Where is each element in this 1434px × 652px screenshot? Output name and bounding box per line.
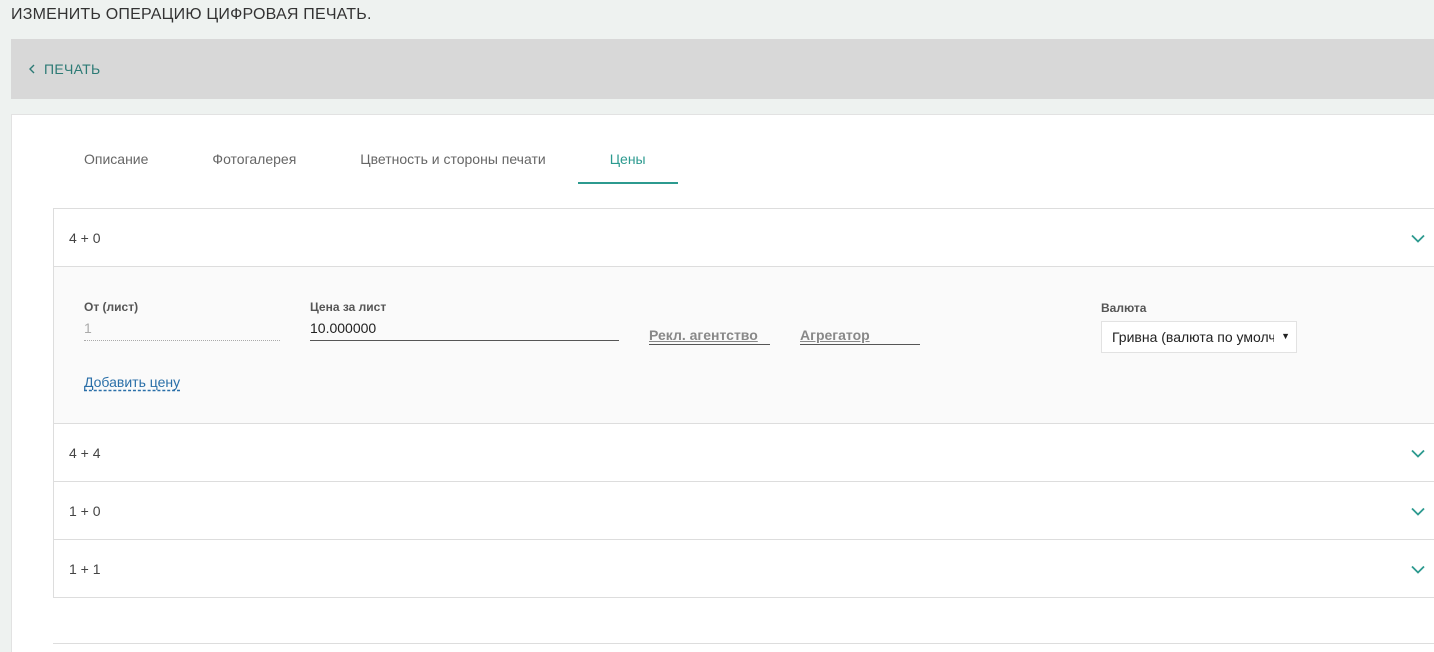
accordion-label: 4 + 0 bbox=[69, 229, 101, 246]
content-card: Описание Фотогалерея Цветность и стороны… bbox=[11, 114, 1434, 652]
currency-select[interactable]: Гривна (валюта по умолчанию) ▼ bbox=[1101, 321, 1297, 353]
accordion-header-1-1[interactable]: 1 + 1 bbox=[54, 540, 1434, 598]
back-link-label: ПЕЧАТЬ bbox=[44, 61, 101, 77]
tab-description[interactable]: Описание bbox=[52, 139, 180, 184]
accordion-header-1-0[interactable]: 1 + 0 bbox=[54, 482, 1434, 540]
aggregator-field[interactable]: Агрегатор bbox=[800, 327, 920, 345]
accordion-header-4-4[interactable]: 4 + 4 bbox=[54, 424, 1434, 482]
accordion-header-4-0[interactable]: 4 + 0 bbox=[54, 209, 1434, 267]
ad-agency-field[interactable]: Рекл. агентство bbox=[649, 327, 770, 345]
chevron-down-icon[interactable] bbox=[1411, 230, 1425, 246]
chevron-down-icon[interactable] bbox=[1411, 503, 1425, 519]
chevron-down-icon[interactable] bbox=[1411, 561, 1425, 577]
chevron-left-icon bbox=[28, 64, 36, 74]
from-sheet-input[interactable] bbox=[84, 320, 280, 341]
page-title: ИЗМЕНИТЬ ОПЕРАЦИЮ ЦИФРОВАЯ ПЕЧАТЬ. bbox=[11, 6, 372, 23]
chevron-down-icon[interactable] bbox=[1411, 445, 1425, 461]
accordion-label: 4 + 4 bbox=[69, 444, 101, 461]
currency-label: Валюта bbox=[1101, 301, 1147, 315]
dropdown-arrow-icon: ▼ bbox=[1281, 331, 1290, 341]
accordion-body-4-0: От (лист) Цена за лист Рекл. агентство А… bbox=[54, 267, 1434, 424]
back-link[interactable]: ПЕЧАТЬ bbox=[28, 61, 101, 77]
tab-photo-gallery[interactable]: Фотогалерея bbox=[180, 139, 328, 184]
currency-selected-value: Гривна (валюта по умолчанию) bbox=[1112, 329, 1274, 345]
price-per-sheet-input[interactable] bbox=[310, 320, 619, 341]
tab-bar: Описание Фотогалерея Цветность и стороны… bbox=[52, 139, 678, 184]
add-price-link[interactable]: Добавить цену bbox=[84, 374, 180, 390]
price-accordion: 4 + 0 От (лист) Цена за лист Рекл. агент… bbox=[53, 208, 1434, 598]
price-per-sheet-label: Цена за лист bbox=[310, 300, 387, 314]
back-bar: ПЕЧАТЬ bbox=[11, 39, 1434, 99]
tab-prices[interactable]: Цены bbox=[577, 139, 678, 184]
divider bbox=[53, 643, 1434, 644]
accordion-label: 1 + 0 bbox=[69, 502, 101, 519]
accordion-label: 1 + 1 bbox=[69, 560, 101, 577]
from-sheet-label: От (лист) bbox=[84, 300, 139, 314]
tab-color-sides[interactable]: Цветность и стороны печати bbox=[328, 139, 577, 184]
